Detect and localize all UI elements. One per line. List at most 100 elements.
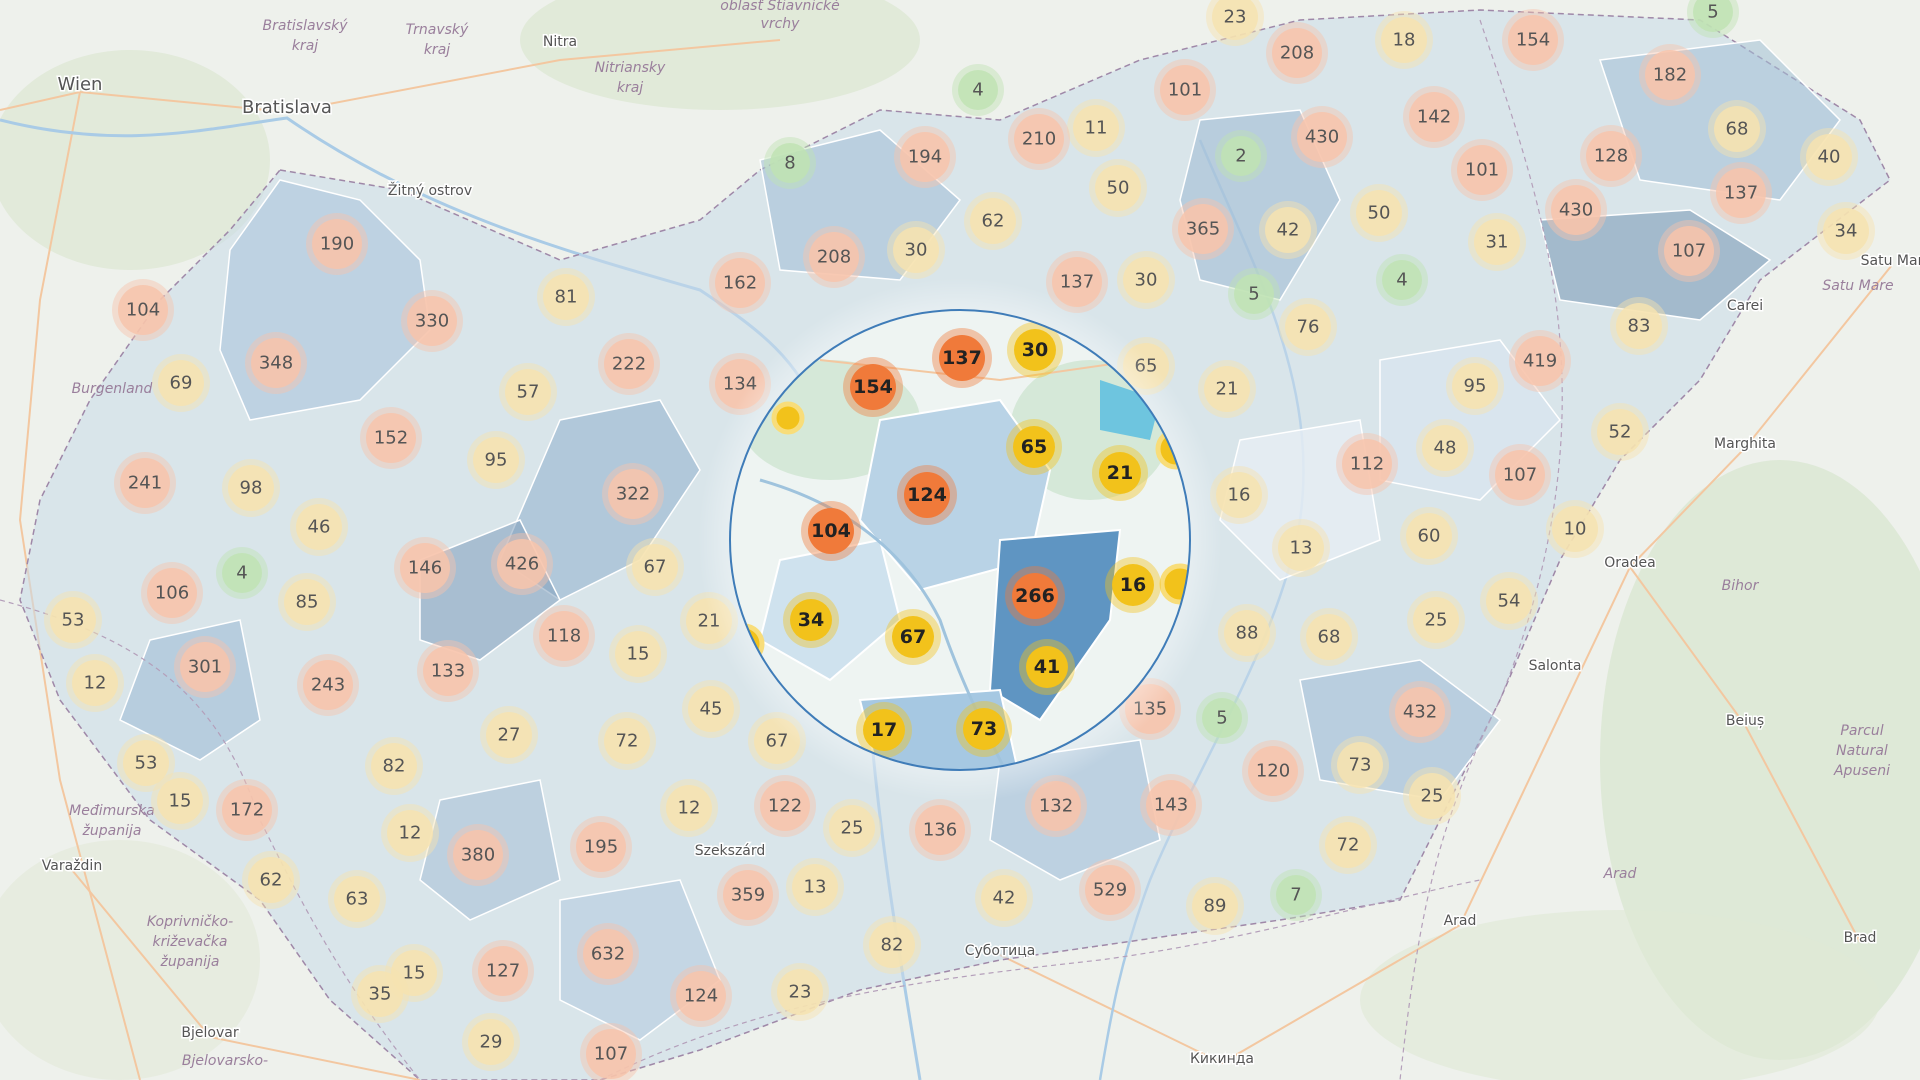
cluster-marker[interactable]: 632 — [577, 923, 639, 985]
cluster-marker[interactable]: 27 — [480, 706, 538, 764]
cluster-marker[interactable]: 190 — [306, 213, 368, 275]
cluster-marker[interactable]: 107 — [1658, 220, 1720, 282]
magnifier-cluster-marker[interactable]: 34 — [783, 592, 839, 648]
cluster-marker[interactable]: 35 — [351, 965, 409, 1023]
cluster-marker[interactable]: 2 — [1215, 130, 1267, 182]
cluster-marker[interactable]: 222 — [598, 333, 660, 395]
cluster-marker[interactable]: 82 — [863, 916, 921, 974]
cluster-marker[interactable]: 172 — [216, 779, 278, 841]
cluster-marker[interactable]: 301 — [174, 636, 236, 698]
cluster-marker[interactable]: 5 — [1228, 268, 1280, 320]
cluster-marker[interactable]: 81 — [537, 268, 595, 326]
cluster-marker[interactable]: 426 — [491, 533, 553, 595]
cluster-marker[interactable]: 122 — [754, 775, 816, 837]
cluster-marker[interactable]: 25 — [823, 799, 881, 857]
cluster-marker[interactable]: 10 — [1546, 500, 1604, 558]
cluster-marker[interactable]: 365 — [1172, 198, 1234, 260]
magnifier-cluster-marker[interactable]: 41 — [1019, 639, 1075, 695]
cluster-marker[interactable]: 104 — [112, 279, 174, 341]
cluster-marker[interactable]: 25 — [1407, 591, 1465, 649]
cluster-marker[interactable]: 31 — [1468, 213, 1526, 271]
cluster-marker[interactable]: 146 — [394, 537, 456, 599]
cluster-marker[interactable]: 380 — [447, 824, 509, 886]
cluster-marker[interactable]: 529 — [1079, 859, 1141, 921]
cluster-marker[interactable]: 30 — [887, 221, 945, 279]
cluster-marker[interactable]: 21 — [1198, 360, 1256, 418]
cluster-marker[interactable]: 13 — [1272, 519, 1330, 577]
cluster-marker[interactable]: 107 — [1489, 444, 1551, 506]
cluster-marker[interactable]: 45 — [682, 680, 740, 738]
cluster-marker[interactable]: 430 — [1545, 179, 1607, 241]
magnifier-cluster-marker[interactable]: 154 — [843, 357, 903, 417]
cluster-marker[interactable]: 4 — [216, 547, 268, 599]
magnifier-cluster-marker[interactable]: 104 — [801, 501, 861, 561]
cluster-marker[interactable]: 88 — [1218, 604, 1276, 662]
cluster-marker[interactable]: 67 — [626, 538, 684, 596]
cluster-marker[interactable]: 106 — [141, 562, 203, 624]
map-canvas[interactable]: Bratislavský kraj Trnavský kraj oblasť Štiav… — [0, 0, 1920, 1080]
cluster-marker[interactable]: 46 — [290, 498, 348, 556]
cluster-marker[interactable]: 120 — [1242, 740, 1304, 802]
cluster-marker[interactable]: 12 — [660, 779, 718, 837]
cluster-marker[interactable]: 73 — [1331, 736, 1389, 794]
cluster-marker[interactable]: 208 — [803, 226, 865, 288]
cluster-marker[interactable]: 128 — [1580, 125, 1642, 187]
cluster-marker[interactable]: 54 — [1480, 572, 1538, 630]
cluster-marker[interactable]: 112 — [1336, 433, 1398, 495]
cluster-marker[interactable]: 57 — [499, 363, 557, 421]
cluster-marker[interactable]: 42 — [975, 869, 1033, 927]
cluster-marker[interactable]: 15 — [609, 625, 667, 683]
cluster-marker[interactable]: 210 — [1008, 108, 1070, 170]
cluster-marker[interactable]: 137 — [1710, 162, 1772, 224]
cluster-marker[interactable]: 419 — [1509, 330, 1571, 392]
magnifier-cluster-marker[interactable]: 73 — [956, 701, 1012, 757]
cluster-marker[interactable]: 25 — [1403, 767, 1461, 825]
cluster-marker[interactable]: 18 — [1375, 11, 1433, 69]
cluster-marker[interactable]: 62 — [242, 851, 300, 909]
cluster-marker[interactable]: 194 — [894, 126, 956, 188]
magnifier-cluster-marker[interactable]: 137 — [932, 328, 992, 388]
cluster-marker[interactable]: 101 — [1154, 59, 1216, 121]
cluster-marker[interactable]: 118 — [533, 605, 595, 667]
cluster-marker[interactable]: 50 — [1350, 184, 1408, 242]
cluster-marker[interactable]: 162 — [709, 252, 771, 314]
cluster-marker[interactable]: 72 — [598, 712, 656, 770]
map-view[interactable]: Bratislavský kraj Trnavský kraj oblasť Štiav… — [0, 0, 1920, 1080]
cluster-marker[interactable]: 52 — [1591, 403, 1649, 461]
cluster-marker[interactable]: 82 — [365, 737, 423, 795]
cluster-marker[interactable]: 101 — [1451, 139, 1513, 201]
magnifier-cluster-marker[interactable]: 266 — [1005, 566, 1065, 626]
cluster-marker[interactable]: 8 — [764, 137, 816, 189]
cluster-marker[interactable]: 12 — [381, 804, 439, 862]
cluster-marker[interactable]: 42 — [1259, 201, 1317, 259]
magnifier-cluster-marker[interactable]: 16 — [1105, 557, 1161, 613]
cluster-marker[interactable]: 195 — [570, 816, 632, 878]
cluster-marker[interactable]: 72 — [1319, 816, 1377, 874]
cluster-marker[interactable]: 48 — [1416, 419, 1474, 477]
cluster-marker[interactable]: 62 — [964, 192, 1022, 250]
cluster-marker[interactable]: 34 — [1817, 202, 1875, 260]
cluster-marker[interactable]: 83 — [1610, 297, 1668, 355]
cluster-marker[interactable]: 359 — [717, 864, 779, 926]
cluster-marker[interactable]: 143 — [1140, 774, 1202, 836]
cluster-marker[interactable]: 89 — [1186, 877, 1244, 935]
cluster-marker[interactable]: 4 — [952, 64, 1004, 116]
cluster-marker[interactable]: 142 — [1403, 86, 1465, 148]
cluster-marker[interactable]: 29 — [462, 1013, 520, 1071]
cluster-marker[interactable]: 76 — [1279, 298, 1337, 356]
cluster-marker[interactable]: 430 — [1291, 106, 1353, 168]
cluster-marker[interactable]: 50 — [1089, 159, 1147, 217]
cluster-marker[interactable]: 432 — [1389, 681, 1451, 743]
cluster-marker[interactable]: 136 — [909, 799, 971, 861]
cluster-marker[interactable]: 40 — [1800, 128, 1858, 186]
cluster-marker[interactable]: 154 — [1502, 9, 1564, 71]
cluster-marker[interactable]: 95 — [467, 431, 525, 489]
cluster-marker[interactable]: 348 — [245, 332, 307, 394]
cluster-marker[interactable]: 241 — [114, 452, 176, 514]
cluster-marker[interactable]: 152 — [360, 407, 422, 469]
cluster-marker[interactable]: 127 — [472, 940, 534, 1002]
cluster-marker[interactable]: 69 — [152, 354, 210, 412]
cluster-marker[interactable]: 85 — [278, 573, 336, 631]
cluster-marker[interactable]: 95 — [1446, 357, 1504, 415]
cluster-marker[interactable]: 53 — [44, 591, 102, 649]
